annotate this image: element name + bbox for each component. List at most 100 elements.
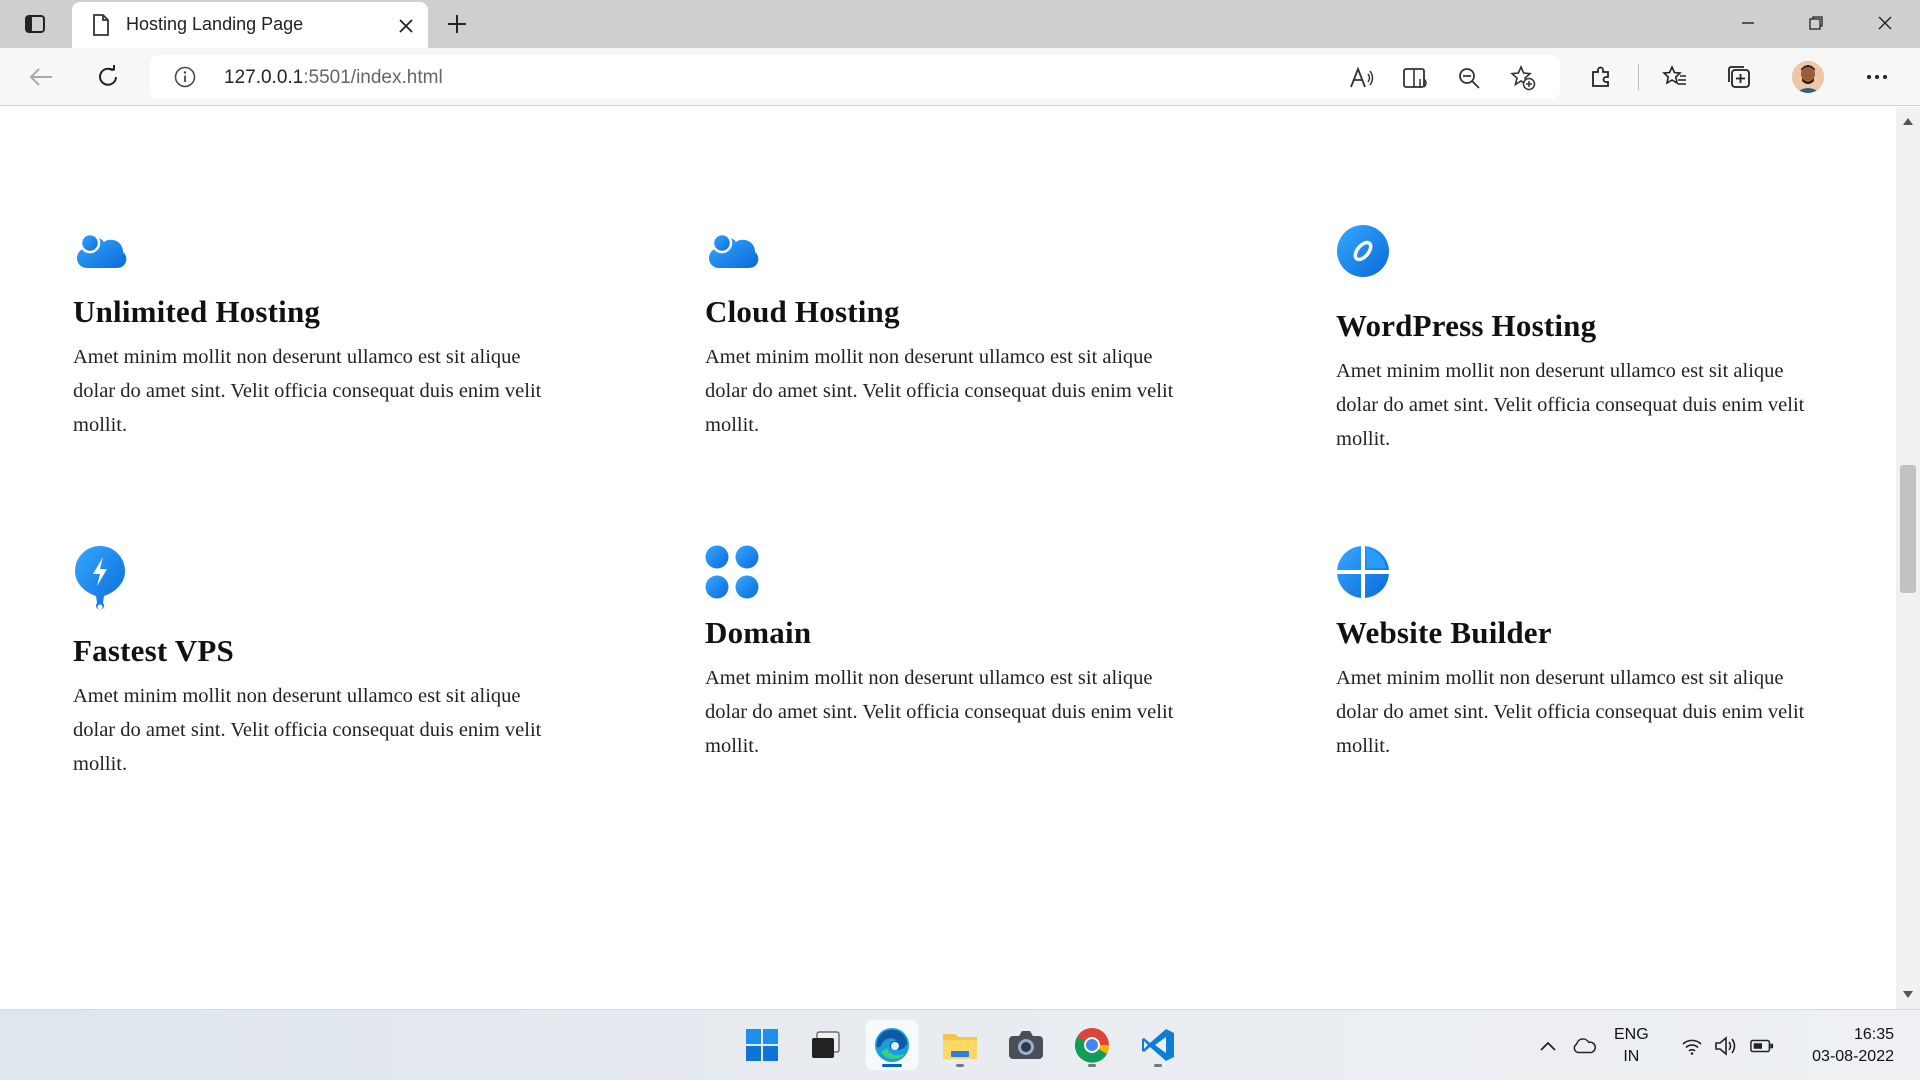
immersive-reader-button[interactable] [1402,64,1430,92]
feature-description: Amet minim mollit non deserunt ullamco e… [1336,667,1805,757]
scroll-down-button[interactable] [1896,987,1920,1003]
feature-title: Domain [705,615,812,650]
language-indicator[interactable]: ENG IN [1614,1024,1649,1068]
add-favorite-button[interactable] [1509,64,1537,92]
active-indicator [882,1064,902,1067]
battery-button[interactable] [1750,1034,1774,1058]
extensions-button[interactable] [1584,60,1618,94]
collections-icon [1728,66,1750,88]
page-icon [90,14,112,36]
vertical-scrollbar[interactable] [1896,107,1920,1009]
plus-icon [448,15,466,33]
window-close-button[interactable] [1865,8,1905,38]
star-add-icon [1510,65,1536,91]
refresh-icon [99,65,117,86]
page-viewport: Unlimited Hosting Amet minim mollit non … [0,107,1896,1009]
browser-tab[interactable]: Hosting Landing Page [72,2,428,48]
arrow-left-icon [29,68,52,86]
grid-dots-icon [705,545,759,599]
back-button[interactable] [24,60,58,94]
minimize-button[interactable] [1728,8,1768,38]
taskbar-edge[interactable] [866,1020,918,1070]
url-text[interactable]: 127.0.0.1:5501/index.html [224,67,443,89]
avatar-icon [1792,61,1824,93]
taskbar-file-explorer[interactable] [934,1020,986,1070]
task-view-icon [812,1031,840,1058]
new-tab-button[interactable] [442,9,472,39]
url-path: :5501/index.html [303,67,443,88]
close-icon [399,19,413,33]
tab-actions-button[interactable] [20,10,50,38]
scroll-up-button[interactable] [1896,113,1920,129]
minimize-icon [1742,22,1754,24]
favorites-icon [1662,65,1686,85]
cloud-icon [708,232,759,269]
pie-chart-icon [1337,546,1389,598]
feature-title: Fastest VPS [73,633,234,668]
feature-description: Amet minim mollit non deserunt ullamco e… [1336,360,1805,450]
feature-card: Website Builder Amet minim mollit non de… [1336,545,1836,763]
favorites-button[interactable] [1658,60,1692,94]
show-hidden-icons-button[interactable] [1536,1034,1560,1058]
browser-toolbar: 127.0.0.1:5501/index.html [0,48,1920,106]
info-icon[interactable] [174,66,196,88]
read-aloud-icon [1350,66,1374,88]
feature-title: WordPress Hosting [1336,308,1597,343]
chrome-icon [1074,1028,1110,1063]
restore-button[interactable] [1796,8,1836,38]
region-code: IN [1623,1048,1640,1065]
taskbar-chrome[interactable] [1066,1020,1118,1070]
feature-card: WordPress Hosting Amet minim mollit non … [1336,224,1836,456]
feature-description: Amet minim mollit non deserunt ullamco e… [705,667,1174,757]
scrollbar-thumb[interactable] [1900,465,1916,593]
toolbar-separator [1638,64,1639,90]
tab-close-button[interactable] [394,14,418,38]
start-button[interactable] [736,1020,788,1070]
clock-time: 16:35 [1853,1026,1894,1043]
collections-button[interactable] [1722,60,1756,94]
feature-title: Cloud Hosting [705,294,900,329]
file-explorer-icon [943,1034,977,1059]
language-code: ENG [1614,1026,1649,1043]
task-view-button[interactable] [800,1020,852,1070]
wifi-button[interactable] [1680,1034,1704,1058]
running-indicator [1088,1064,1096,1067]
edge-icon [875,1028,909,1062]
feature-title: Website Builder [1336,615,1552,650]
feature-description: Amet minim mollit non deserunt ullamco e… [73,685,542,775]
camera-icon [1009,1031,1043,1059]
zoom-out-icon [1459,68,1480,89]
taskbar-vscode[interactable] [1132,1020,1184,1070]
compass-icon [1337,225,1389,277]
read-aloud-button[interactable] [1348,64,1376,92]
profile-avatar[interactable] [1792,61,1824,93]
vscode-icon [1142,1029,1174,1061]
address-bar[interactable]: 127.0.0.1:5501/index.html [150,55,1560,99]
onedrive-button[interactable] [1572,1034,1596,1058]
bolt-pin-icon [75,546,125,610]
triangle-down-icon [1903,991,1913,998]
feature-description: Amet minim mollit non deserunt ullamco e… [73,346,542,436]
immersive-reader-icon [1403,68,1427,88]
close-icon [1878,16,1892,30]
more-button[interactable] [1860,60,1894,94]
puzzle-icon [1592,66,1609,87]
cloud-outline-icon [1573,1038,1596,1054]
taskbar-camera[interactable] [1000,1020,1052,1070]
feature-card: Domain Amet minim mollit non deserunt ul… [705,545,1205,763]
feature-card: Cloud Hosting Amet minim mollit non dese… [705,224,1205,442]
chevron-up-icon [1540,1041,1556,1051]
refresh-button[interactable] [91,60,125,94]
feature-card: Fastest VPS Amet minim mollit non deseru… [73,545,573,781]
restore-icon [1809,16,1823,30]
more-icon [1867,75,1887,79]
system-clock[interactable]: 16:35 03-08-2022 [1790,1024,1894,1068]
feature-title: Unlimited Hosting [73,294,321,329]
running-indicator [1154,1064,1162,1067]
zoom-button[interactable] [1455,64,1483,92]
cloud-icon [76,232,127,269]
volume-button[interactable] [1714,1034,1738,1058]
url-host: 127.0.0.1 [224,67,304,88]
browser-tab-strip: Hosting Landing Page [0,0,1920,48]
tab-title: Hosting Landing Page [126,14,304,34]
